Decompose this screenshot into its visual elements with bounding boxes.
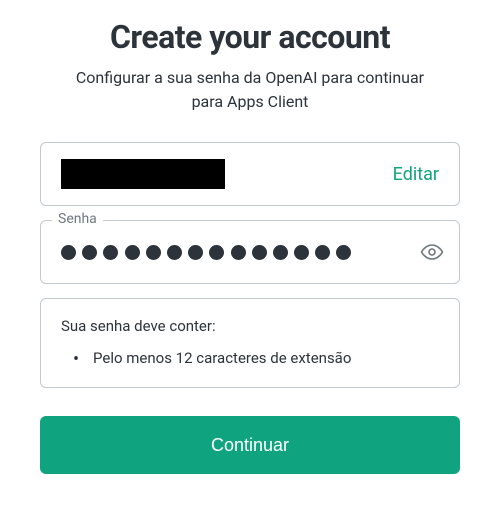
requirements-title: Sua senha deve conter:: [61, 317, 439, 335]
password-dot: [82, 245, 97, 260]
password-dot: [336, 245, 351, 260]
password-dot: [231, 245, 246, 260]
password-dot: [103, 245, 118, 260]
eye-icon[interactable]: [420, 240, 444, 264]
password-dot: [315, 245, 330, 260]
email-value-redacted: [61, 159, 225, 189]
page-title: Create your account: [40, 18, 460, 56]
requirement-item: Pelo menos 12 caracteres de extensão: [73, 349, 439, 367]
edit-email-button[interactable]: Editar: [393, 164, 439, 185]
password-dot: [273, 245, 288, 260]
password-dot: [61, 245, 76, 260]
password-dot: [294, 245, 309, 260]
password-label: Senha: [52, 211, 103, 227]
page-subtitle: Configurar a sua senha da OpenAI para co…: [40, 66, 460, 114]
password-field-wrapper: Senha: [40, 220, 460, 284]
requirements-list: Pelo menos 12 caracteres de extensão: [61, 349, 439, 367]
password-input[interactable]: [40, 220, 460, 284]
continue-button[interactable]: Continuar: [40, 416, 460, 474]
password-dot: [167, 245, 182, 260]
email-field-row: Editar: [40, 142, 460, 206]
password-dot: [125, 245, 140, 260]
password-dot: [146, 245, 161, 260]
password-requirements-box: Sua senha deve conter: Pelo menos 12 car…: [40, 298, 460, 388]
password-dot: [252, 245, 267, 260]
password-dot: [188, 245, 203, 260]
password-dot: [209, 245, 224, 260]
